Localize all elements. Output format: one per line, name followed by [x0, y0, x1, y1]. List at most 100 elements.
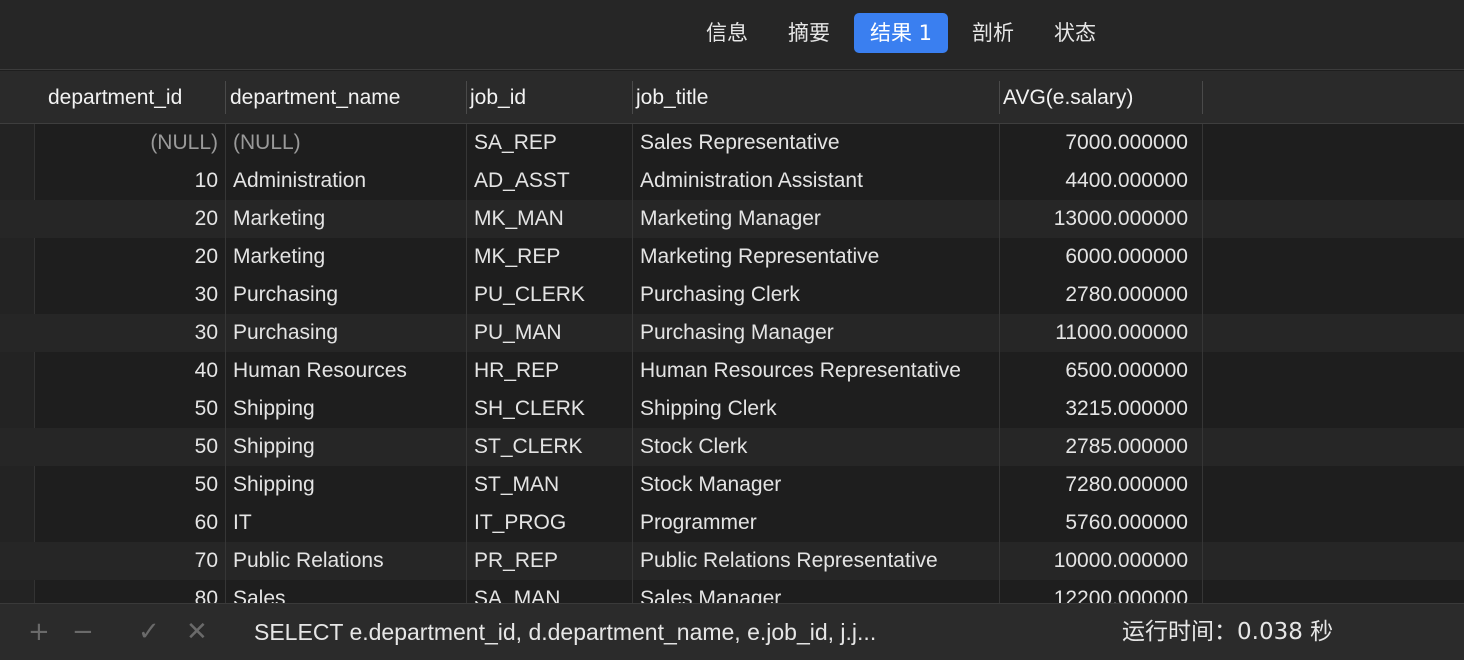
table-row[interactable]: 60 IT IT_PROG Programmer 5760.000000: [0, 504, 1464, 542]
cell-avg-salary[interactable]: 7280.000000: [1004, 466, 1188, 504]
column-divider[interactable]: [1202, 81, 1203, 114]
cell-department-id[interactable]: 50: [36, 428, 218, 466]
tab-info[interactable]: 信息: [690, 13, 764, 53]
tab-summary[interactable]: 摘要: [772, 13, 846, 53]
cell-avg-salary[interactable]: 5760.000000: [1004, 504, 1188, 542]
cell-job-title[interactable]: Stock Manager: [640, 466, 996, 504]
cell-job-id[interactable]: PU_CLERK: [474, 276, 629, 314]
cell-avg-salary[interactable]: 6000.000000: [1004, 238, 1188, 276]
cell-job-id[interactable]: PU_MAN: [474, 314, 629, 352]
table-row[interactable]: 80 Sales SA_MAN Sales Manager 12200.000000: [0, 580, 1464, 603]
cell-avg-salary[interactable]: 10000.000000: [1004, 542, 1188, 580]
cell-job-title[interactable]: Sales Representative: [640, 124, 996, 162]
table-row[interactable]: 70 Public Relations PR_REP Public Relations…: [0, 542, 1464, 580]
cell-avg-salary[interactable]: 2780.000000: [1004, 276, 1188, 314]
column-header-department-id[interactable]: department_id: [36, 71, 182, 124]
tab-profile[interactable]: 剖析: [956, 13, 1030, 53]
cell-department-name[interactable]: Shipping: [233, 390, 461, 428]
cell-department-id[interactable]: 50: [36, 390, 218, 428]
column-header-avg-salary[interactable]: AVG(e.salary): [991, 71, 1133, 124]
cell-job-title[interactable]: Sales Manager: [640, 580, 996, 603]
table-row[interactable]: 30 Purchasing PU_CLERK Purchasing Clerk 2780…: [0, 276, 1464, 314]
cell-job-title[interactable]: Stock Clerk: [640, 428, 996, 466]
cell-department-id[interactable]: 80: [36, 580, 218, 603]
top-tab-bar: 信息 摘要 结果 1 剖析 状态: [0, 0, 1464, 70]
cell-department-id[interactable]: 30: [36, 276, 218, 314]
column-header-job-id[interactable]: job_id: [458, 71, 526, 124]
cell-department-id[interactable]: 20: [36, 238, 218, 276]
cell-department-id[interactable]: 70: [36, 542, 218, 580]
cell-job-id[interactable]: MK_MAN: [474, 200, 629, 238]
column-gridline: [225, 124, 226, 603]
cell-avg-salary[interactable]: 11000.000000: [1004, 314, 1188, 352]
runtime-label: 运行时间：0.038 秒: [1122, 619, 1334, 645]
result-tabs: 信息 摘要 结果 1 剖析 状态: [690, 13, 1112, 53]
minus-icon[interactable]: −: [72, 604, 94, 660]
cell-department-name[interactable]: (NULL): [233, 124, 461, 162]
table-row[interactable]: 10 Administration AD_ASST Administration As…: [0, 162, 1464, 200]
table-row[interactable]: 50 Shipping ST_CLERK Stock Clerk 2785.000000: [0, 428, 1464, 466]
cell-job-title[interactable]: Marketing Manager: [640, 200, 996, 238]
cell-department-name[interactable]: Administration: [233, 162, 461, 200]
cell-avg-salary[interactable]: 7000.000000: [1004, 124, 1188, 162]
cell-job-id[interactable]: ST_CLERK: [474, 428, 629, 466]
cell-department-name[interactable]: Purchasing: [233, 276, 461, 314]
table-row[interactable]: 50 Shipping ST_MAN Stock Manager 7280.000000: [0, 466, 1464, 504]
table-row[interactable]: 50 Shipping SH_CLERK Shipping Clerk 3215.000…: [0, 390, 1464, 428]
x-icon[interactable]: ✕: [186, 604, 208, 660]
status-bar: + − ✓ ✕ SELECT e.department_id, d.depart…: [0, 603, 1464, 660]
cell-department-name[interactable]: Public Relations: [233, 542, 461, 580]
cell-job-title[interactable]: Marketing Representative: [640, 238, 996, 276]
result-grid[interactable]: department_id department_name job_id job…: [0, 71, 1464, 603]
cell-department-id[interactable]: 20: [36, 200, 218, 238]
cell-department-name[interactable]: Shipping: [233, 428, 461, 466]
cell-department-id[interactable]: 30: [36, 314, 218, 352]
table-row[interactable]: 30 Purchasing PU_MAN Purchasing Manager 1100…: [0, 314, 1464, 352]
cell-department-id[interactable]: 10: [36, 162, 218, 200]
cell-avg-salary[interactable]: 3215.000000: [1004, 390, 1188, 428]
column-header-job-title[interactable]: job_title: [624, 71, 708, 124]
cell-job-id[interactable]: MK_REP: [474, 238, 629, 276]
cell-department-id[interactable]: 60: [36, 504, 218, 542]
cell-avg-salary[interactable]: 13000.000000: [1004, 200, 1188, 238]
cell-job-title[interactable]: Programmer: [640, 504, 996, 542]
cell-department-name[interactable]: Marketing: [233, 238, 461, 276]
tab-result-1[interactable]: 结果 1: [854, 13, 949, 53]
column-header-department-name[interactable]: department_name: [218, 71, 400, 124]
cell-department-name[interactable]: Sales: [233, 580, 461, 603]
cell-avg-salary[interactable]: 4400.000000: [1004, 162, 1188, 200]
cell-job-id[interactable]: IT_PROG: [474, 504, 629, 542]
cell-job-id[interactable]: PR_REP: [474, 542, 629, 580]
table-row[interactable]: (NULL) (NULL) SA_REP Sales Representative 70…: [0, 124, 1464, 162]
cell-job-id[interactable]: HR_REP: [474, 352, 629, 390]
cell-department-id[interactable]: 50: [36, 466, 218, 504]
cell-job-title[interactable]: Administration Assistant: [640, 162, 996, 200]
cell-job-title[interactable]: Purchasing Manager: [640, 314, 996, 352]
cell-department-name[interactable]: IT: [233, 504, 461, 542]
cell-job-id[interactable]: AD_ASST: [474, 162, 629, 200]
check-icon[interactable]: ✓: [138, 604, 160, 660]
cell-job-id[interactable]: SA_REP: [474, 124, 629, 162]
tab-status[interactable]: 状态: [1038, 13, 1112, 53]
cell-job-title[interactable]: Human Resources Representative: [640, 352, 996, 390]
cell-job-id[interactable]: ST_MAN: [474, 466, 629, 504]
cell-department-name[interactable]: Purchasing: [233, 314, 461, 352]
table-row[interactable]: 40 Human Resources HR_REP Human Resources R…: [0, 352, 1464, 390]
cell-department-name[interactable]: Human Resources: [233, 352, 461, 390]
table-row[interactable]: 20 Marketing MK_REP Marketing Representativ…: [0, 238, 1464, 276]
cell-job-title[interactable]: Purchasing Clerk: [640, 276, 996, 314]
cell-avg-salary[interactable]: 2785.000000: [1004, 428, 1188, 466]
cell-department-id[interactable]: 40: [36, 352, 218, 390]
column-gridline: [466, 124, 467, 603]
cell-department-name[interactable]: Marketing: [233, 200, 461, 238]
cell-department-id[interactable]: (NULL): [36, 124, 218, 162]
cell-avg-salary[interactable]: 12200.000000: [1004, 580, 1188, 603]
cell-job-title[interactable]: Public Relations Representative: [640, 542, 996, 580]
cell-job-title[interactable]: Shipping Clerk: [640, 390, 996, 428]
cell-job-id[interactable]: SH_CLERK: [474, 390, 629, 428]
plus-icon[interactable]: +: [28, 604, 50, 660]
table-row[interactable]: 20 Marketing MK_MAN Marketing Manager 13000.…: [0, 200, 1464, 238]
cell-department-name[interactable]: Shipping: [233, 466, 461, 504]
cell-job-id[interactable]: SA_MAN: [474, 580, 629, 603]
cell-avg-salary[interactable]: 6500.000000: [1004, 352, 1188, 390]
